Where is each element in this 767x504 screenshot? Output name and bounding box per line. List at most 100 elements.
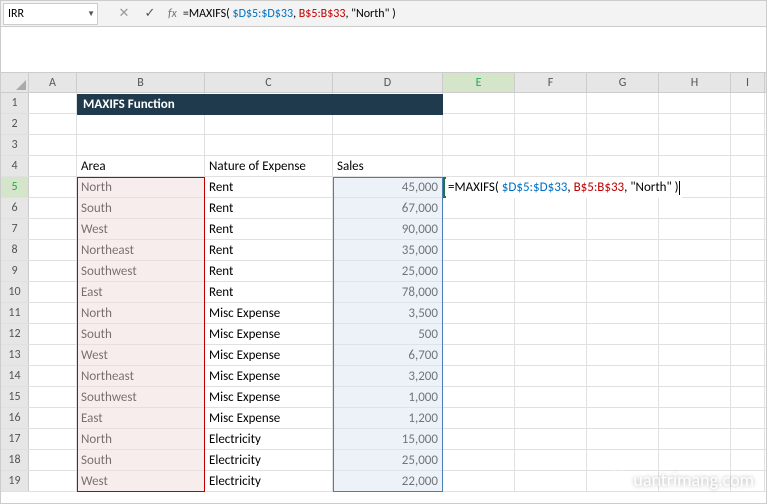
cell[interactable]: [29, 303, 77, 323]
cell[interactable]: [443, 282, 515, 302]
cell[interactable]: [333, 114, 443, 134]
cell[interactable]: [659, 324, 731, 344]
cell[interactable]: [29, 135, 77, 155]
cell[interactable]: [29, 93, 77, 113]
cell[interactable]: [443, 198, 515, 218]
col-header-G[interactable]: G: [587, 73, 659, 92]
cell[interactable]: Rent: [205, 177, 333, 197]
cell[interactable]: 1,000: [333, 387, 443, 407]
cell[interactable]: [731, 324, 765, 344]
row-header[interactable]: 2: [1, 114, 29, 134]
cell[interactable]: [731, 156, 765, 176]
cell[interactable]: [587, 324, 659, 344]
cell[interactable]: [443, 345, 515, 365]
cell[interactable]: Southwest: [77, 387, 205, 407]
cell[interactable]: [515, 135, 587, 155]
cell[interactable]: [515, 114, 587, 134]
row-header[interactable]: 8: [1, 240, 29, 260]
cell[interactable]: [659, 429, 731, 449]
cell[interactable]: [587, 93, 659, 113]
cell[interactable]: 90,000: [333, 219, 443, 239]
cell[interactable]: [659, 282, 731, 302]
row-header[interactable]: 1: [1, 93, 29, 113]
cell[interactable]: Misc Expense: [205, 408, 333, 428]
cell[interactable]: [515, 387, 587, 407]
cell[interactable]: [659, 261, 731, 281]
cell[interactable]: 6,700: [333, 345, 443, 365]
cell[interactable]: [515, 156, 587, 176]
row-header[interactable]: 13: [1, 345, 29, 365]
cell[interactable]: [587, 345, 659, 365]
cell[interactable]: [443, 93, 515, 113]
cell[interactable]: [515, 240, 587, 260]
cell[interactable]: 15,000: [333, 429, 443, 449]
cell[interactable]: Sales: [333, 156, 443, 176]
cell[interactable]: South: [77, 198, 205, 218]
cell[interactable]: 25,000: [333, 261, 443, 281]
cell[interactable]: 1,200: [333, 408, 443, 428]
cell[interactable]: [731, 114, 765, 134]
cell[interactable]: [731, 450, 765, 470]
formula-bar[interactable]: =MAXIFS( $D$5:$D$33, B$5:B$33, "North" ): [177, 7, 766, 21]
cell[interactable]: Misc Expense: [205, 345, 333, 365]
cell[interactable]: [659, 345, 731, 365]
cell[interactable]: [443, 324, 515, 344]
select-all-button[interactable]: [1, 73, 29, 92]
cell[interactable]: [587, 282, 659, 302]
cell[interactable]: Electricity: [205, 471, 333, 491]
cell[interactable]: [29, 261, 77, 281]
cell[interactable]: [29, 198, 77, 218]
cell[interactable]: [515, 471, 587, 491]
cell[interactable]: Rent: [205, 261, 333, 281]
cell[interactable]: West: [77, 345, 205, 365]
cell[interactable]: [333, 135, 443, 155]
cell[interactable]: [659, 366, 731, 386]
cell[interactable]: North: [77, 303, 205, 323]
cell[interactable]: [515, 345, 587, 365]
cell[interactable]: 45,000: [333, 177, 443, 197]
row-header[interactable]: 15: [1, 387, 29, 407]
cell[interactable]: Rent: [205, 198, 333, 218]
cell[interactable]: [731, 408, 765, 428]
cell[interactable]: [29, 156, 77, 176]
row-header[interactable]: 16: [1, 408, 29, 428]
cell[interactable]: Misc Expense: [205, 324, 333, 344]
cell[interactable]: [731, 345, 765, 365]
cell[interactable]: [29, 114, 77, 134]
cell[interactable]: [443, 450, 515, 470]
cell[interactable]: [515, 93, 587, 113]
cell[interactable]: [587, 303, 659, 323]
row-header[interactable]: 9: [1, 261, 29, 281]
cell[interactable]: [443, 408, 515, 428]
col-header-D[interactable]: D: [333, 73, 443, 92]
cell[interactable]: [29, 282, 77, 302]
cell[interactable]: [515, 324, 587, 344]
cell[interactable]: [587, 240, 659, 260]
cell[interactable]: [731, 198, 765, 218]
cell[interactable]: [587, 387, 659, 407]
cell[interactable]: [659, 450, 731, 470]
cell[interactable]: South: [77, 324, 205, 344]
cell[interactable]: [205, 135, 333, 155]
cell[interactable]: 3,500: [333, 303, 443, 323]
cell[interactable]: Nature of Expense: [205, 156, 333, 176]
cell[interactable]: [29, 345, 77, 365]
cell[interactable]: [443, 156, 515, 176]
cell[interactable]: West: [77, 219, 205, 239]
cell[interactable]: [659, 114, 731, 134]
row-header[interactable]: 17: [1, 429, 29, 449]
cell[interactable]: [587, 429, 659, 449]
col-header-F[interactable]: F: [515, 73, 587, 92]
name-box[interactable]: IRR ▼: [3, 3, 98, 25]
cell[interactable]: [587, 450, 659, 470]
cell[interactable]: Northeast: [77, 366, 205, 386]
cell[interactable]: [515, 261, 587, 281]
cell[interactable]: [731, 429, 765, 449]
cell[interactable]: Southwest: [77, 261, 205, 281]
cell[interactable]: [29, 450, 77, 470]
col-header-H[interactable]: H: [659, 73, 731, 92]
cell[interactable]: [29, 240, 77, 260]
cell[interactable]: [443, 366, 515, 386]
cell[interactable]: [659, 135, 731, 155]
chevron-down-icon[interactable]: ▼: [87, 9, 95, 19]
